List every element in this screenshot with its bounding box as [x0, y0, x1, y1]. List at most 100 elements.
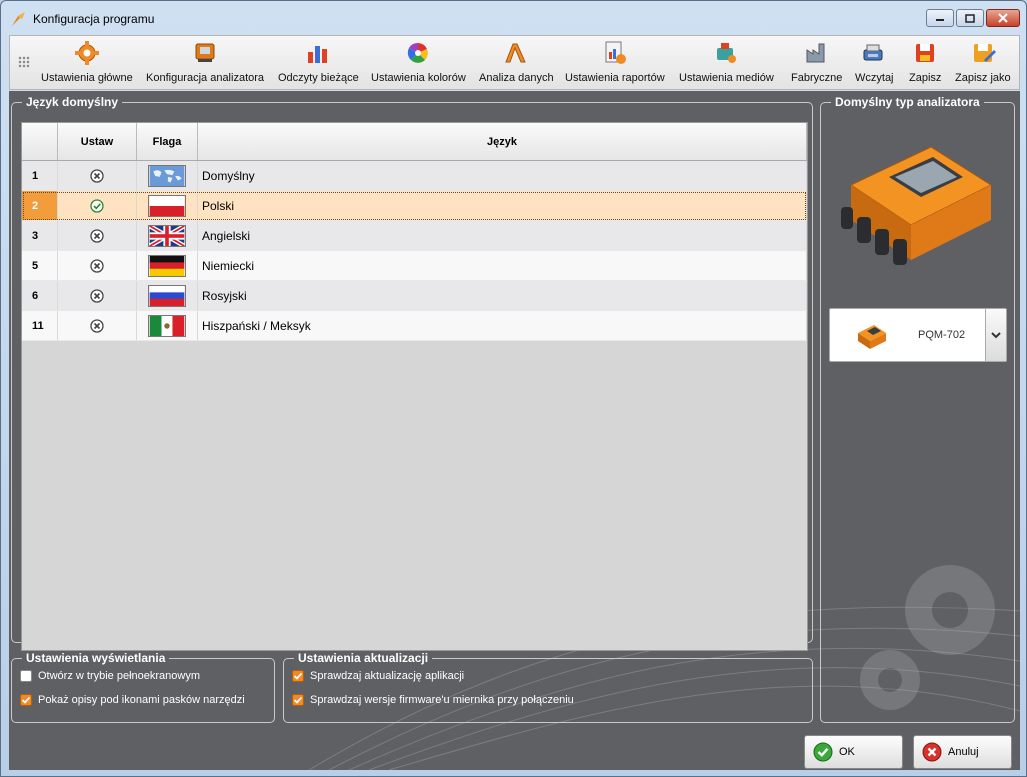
language-name: Niemiecki: [198, 251, 807, 280]
header-language[interactable]: Język: [198, 123, 807, 160]
check-firmware-checkbox[interactable]: [292, 694, 304, 706]
ok-check-icon: [813, 742, 833, 762]
set-cell[interactable]: [58, 251, 137, 280]
table-row-selected[interactable]: 2 Polski: [22, 191, 807, 221]
toolbar-button-factory[interactable]: Fabryczne: [791, 40, 842, 84]
update-settings-group: Ustawienia aktualizacji Sprawdzaj aktual…: [283, 651, 813, 723]
check-app-option[interactable]: Sprawdzaj aktualizację aplikacji: [292, 670, 464, 682]
dropdown-arrow[interactable]: [985, 309, 1006, 361]
media-icon: [717, 43, 737, 63]
language-name: Rosyjski: [198, 281, 807, 310]
russia-flag-icon: [148, 284, 186, 307]
unset-icon: [90, 228, 104, 243]
toolbar-label: Odczyty bieżące: [278, 72, 359, 84]
display-settings-group: Ustawienia wyświetlania Otwórz w trybie …: [11, 651, 275, 723]
language-name: Hiszpański / Meksyk: [198, 311, 807, 340]
checkmark-icon: [21, 696, 31, 704]
toolbar-label: Ustawienia kolorów: [371, 72, 466, 84]
table-row[interactable]: 1 Domyślny: [22, 161, 807, 191]
set-cell[interactable]: [58, 221, 137, 250]
save-as-icon: [973, 44, 996, 62]
language-group-title: Język domyślny: [22, 95, 123, 109]
cancel-button[interactable]: Anuluj: [913, 735, 1012, 769]
toolbar-label: Fabryczne: [791, 72, 843, 84]
uk-flag-icon: [148, 224, 186, 247]
set-cell[interactable]: [58, 161, 137, 190]
analyzer-group: Domyślny typ analizatora PQM-702: [820, 95, 1015, 723]
toolbar-grip[interactable]: [18, 56, 30, 68]
check-app-label: Sprawdzaj aktualizację aplikacji: [310, 670, 465, 682]
analyzer-thumb-icon: [858, 325, 886, 349]
report-icon: [605, 41, 626, 64]
language-name: Angielski: [198, 221, 807, 250]
row-id: 11: [22, 311, 58, 340]
factory-icon: [806, 43, 825, 63]
analyzer-device-image: [841, 146, 993, 265]
data-analysis-icon: [505, 43, 527, 63]
flag-cell: [137, 221, 198, 250]
flag-cell: [137, 161, 198, 190]
toolbar-label: Zapisz jako: [955, 72, 1011, 84]
fullscreen-checkbox[interactable]: [20, 670, 32, 682]
toolbar-button-data-analysis[interactable]: Analiza danych: [479, 40, 554, 84]
cancel-x-icon: [922, 742, 942, 762]
toolbar-labels-label: Pokaż opisy pod ikonami pasków narzędzi: [38, 694, 245, 706]
toolbar-labels-option[interactable]: Pokaż opisy pod ikonami pasków narzędzi: [20, 694, 245, 706]
toolbar-button-color-settings[interactable]: Ustawienia kolorów: [371, 40, 466, 84]
checkmark-icon: [293, 672, 303, 680]
analyzer-type-select[interactable]: PQM-702: [829, 308, 1007, 362]
table-row[interactable]: 6 Rosyjski: [22, 281, 807, 311]
flag-cell: [137, 281, 198, 310]
check-icon: [90, 198, 104, 213]
set-cell[interactable]: [58, 191, 137, 220]
toolbar-labels-checkbox[interactable]: [20, 694, 32, 706]
maximize-button[interactable]: [956, 9, 984, 27]
toolbar-label: Wczytaj: [855, 72, 894, 84]
bar-readings-icon: [308, 46, 328, 63]
row-id: 5: [22, 251, 58, 280]
toolbar-label: Zapisz: [909, 72, 942, 84]
header-flag[interactable]: Flaga: [137, 123, 198, 160]
set-cell[interactable]: [58, 311, 137, 340]
analyzer-group-title: Domyślny typ analizatora: [831, 95, 984, 109]
check-app-checkbox[interactable]: [292, 670, 304, 682]
table-row[interactable]: 11 Hiszpański / Meksyk: [22, 311, 807, 341]
toolbar-label: Ustawienia mediów: [679, 72, 774, 84]
ok-button[interactable]: OK: [804, 735, 903, 769]
close-icon: [998, 13, 1008, 23]
table-row[interactable]: 3 Angielski: [22, 221, 807, 251]
germany-flag-icon: [148, 254, 186, 277]
toolbar-button-load[interactable]: Wczytaj: [855, 40, 894, 84]
toolbar-button-current-readings[interactable]: Odczyty bieżące: [278, 40, 359, 84]
analyzer-config-icon: [195, 43, 215, 62]
toolbar-button-analyzer-config[interactable]: Konfiguracja analizatora: [146, 40, 264, 84]
toolbar-button-media-settings[interactable]: Ustawienia mediów: [679, 40, 774, 84]
app-icon: [12, 12, 25, 26]
analyzer-type-value: PQM-702: [918, 329, 966, 341]
minimize-button[interactable]: [926, 9, 954, 27]
language-name: Polski: [198, 191, 807, 220]
toolbar-button-save[interactable]: Zapisz: [909, 40, 941, 84]
toolbar-button-main-settings[interactable]: Ustawienia główne: [41, 40, 133, 84]
main-panel: Język domyślny Ustaw Flaga Język 1 Domyś…: [9, 91, 1020, 770]
poland-flag-icon: [148, 194, 186, 217]
main-toolbar: Ustawienia główne Konfiguracja analizato…: [9, 35, 1020, 90]
ok-button-label: OK: [839, 746, 855, 758]
check-firmware-option[interactable]: Sprawdzaj wersje firmware'u miernika prz…: [292, 694, 574, 706]
toolbar-button-save-as[interactable]: Zapisz jako: [955, 40, 1011, 84]
toolbar-button-report-settings[interactable]: Ustawienia raportów: [565, 40, 665, 84]
window: Konfiguracja programu Ustawienia główne: [0, 0, 1027, 777]
row-id: 1: [22, 161, 58, 190]
table-row[interactable]: 5 Niemiecki: [22, 251, 807, 281]
grid-header: Ustaw Flaga Język: [22, 123, 807, 161]
checkmark-icon: [293, 696, 303, 704]
chevron-down-icon: [991, 332, 1001, 339]
close-button[interactable]: [986, 9, 1020, 27]
flag-cell: [137, 251, 198, 280]
color-wheel-icon: [408, 42, 429, 63]
set-cell[interactable]: [58, 281, 137, 310]
fullscreen-option[interactable]: Otwórz w trybie pełnoekranowym: [20, 670, 200, 682]
toolbar-label: Analiza danych: [479, 72, 554, 84]
header-set[interactable]: Ustaw: [58, 123, 137, 160]
minimize-icon: [936, 19, 944, 21]
